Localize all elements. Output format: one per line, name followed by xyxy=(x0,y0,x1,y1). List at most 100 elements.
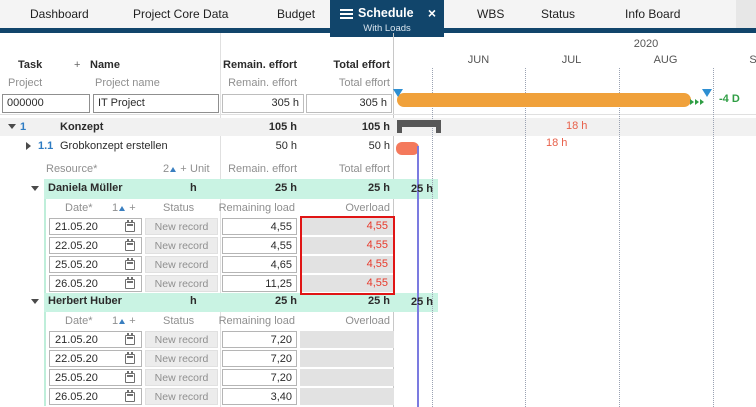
task-name[interactable]: Konzept xyxy=(60,121,103,133)
project-name-field[interactable]: IT Project xyxy=(93,94,219,113)
col-header-remain[interactable]: Remain. effort xyxy=(223,59,297,71)
add-column-icon[interactable]: + xyxy=(74,59,80,71)
calendar-icon[interactable] xyxy=(125,354,135,364)
project-start-marker-icon[interactable] xyxy=(393,89,403,97)
sort-order: 1 xyxy=(112,202,118,214)
timeline-month-jul: JUL xyxy=(525,54,618,66)
status-cell[interactable]: New record xyxy=(145,237,218,254)
subheader-remain: Remain. effort xyxy=(228,77,297,89)
overload-cell xyxy=(300,369,394,386)
calendar-icon[interactable] xyxy=(125,335,135,345)
collapse-icon-resource1[interactable] xyxy=(31,186,39,191)
resource-unit[interactable]: h xyxy=(190,182,197,194)
resource-col-header[interactable]: Resource* xyxy=(46,163,97,175)
date-value: 22.05.20 xyxy=(55,240,98,252)
date-value: 25.05.20 xyxy=(55,372,98,384)
date-cell[interactable]: 21.05.20 xyxy=(49,331,142,348)
remaining-load-cell[interactable]: 4,55 xyxy=(222,237,297,254)
task-gantt-bar[interactable] xyxy=(396,142,419,155)
col-header-name[interactable]: Name xyxy=(90,59,120,71)
column-divider xyxy=(220,33,221,407)
col-header-task[interactable]: Task xyxy=(18,59,42,71)
tab-schedule-active[interactable]: Schedule × With Loads xyxy=(330,0,444,37)
collapse-icon-task1[interactable] xyxy=(8,124,16,129)
status-col-header[interactable]: Status xyxy=(163,202,194,214)
remaining-load-cell[interactable]: 7,20 xyxy=(222,350,297,367)
timeline-month-aug: AUG xyxy=(619,54,712,66)
timeline-month-jun: JUN xyxy=(432,54,525,66)
tabbar-corner-box xyxy=(736,0,756,28)
remaining-load-cell[interactable]: 7,20 xyxy=(222,369,297,386)
unit-col-header[interactable]: Unit xyxy=(190,163,210,175)
tab-dashboard[interactable]: Dashboard xyxy=(30,7,89,21)
task-total: 50 h xyxy=(369,140,390,152)
status-col-header[interactable]: Status xyxy=(163,315,194,327)
status-cell[interactable]: New record xyxy=(145,388,218,405)
status-cell[interactable]: New record xyxy=(145,331,218,348)
resource-name[interactable]: Herbert Huber xyxy=(48,295,122,307)
date-cell[interactable]: 26.05.20 xyxy=(49,275,142,292)
month-gridline xyxy=(432,68,433,407)
hamburger-icon[interactable] xyxy=(340,9,353,11)
resource-sort-indicator[interactable]: 2 + xyxy=(163,163,187,175)
calendar-icon[interactable] xyxy=(125,222,135,232)
resource-name[interactable]: Daniela Müller xyxy=(48,182,123,194)
project-total-field[interactable]: 305 h xyxy=(306,94,392,113)
task-number: 1 xyxy=(20,121,26,133)
summary-task-gantt-bar[interactable] xyxy=(397,120,441,127)
resource-remain-header: Remain. effort xyxy=(228,163,297,175)
date-sort-indicator[interactable]: 1 + xyxy=(112,315,136,327)
date-value: 21.05.20 xyxy=(55,334,98,346)
resource-total: 25 h xyxy=(368,182,390,194)
overload-cell xyxy=(300,331,394,348)
date-col-header[interactable]: Date* xyxy=(65,202,93,214)
project-gantt-bar[interactable] xyxy=(397,93,691,107)
tab-info-board[interactable]: Info Board xyxy=(625,7,680,21)
remaining-load-cell[interactable]: 3,40 xyxy=(222,388,297,405)
status-cell[interactable]: New record xyxy=(145,256,218,273)
date-cell[interactable]: 22.05.20 xyxy=(49,350,142,367)
status-cell[interactable]: New record xyxy=(145,350,218,367)
remaining-load-cell[interactable]: 4,65 xyxy=(222,256,297,273)
date-cell[interactable]: 21.05.20 xyxy=(49,218,142,235)
col-header-total[interactable]: Total effort xyxy=(333,59,390,71)
remaining-load-cell[interactable]: 4,55 xyxy=(222,218,297,235)
date-col-header[interactable]: Date* xyxy=(65,315,93,327)
remaining-load-cell[interactable]: 7,20 xyxy=(222,331,297,348)
overload-hours-label: 18 h xyxy=(546,137,567,149)
add-resource-icon[interactable]: + xyxy=(180,163,186,175)
task-name[interactable]: Grobkonzept erstellen xyxy=(60,140,168,152)
resource-unit[interactable]: h xyxy=(190,295,197,307)
date-cell[interactable]: 25.05.20 xyxy=(49,369,142,386)
slack-arrows-icon xyxy=(690,96,705,108)
project-remain-field[interactable]: 305 h xyxy=(222,94,304,113)
status-cell[interactable]: New record xyxy=(145,369,218,386)
collapse-icon-resource2[interactable] xyxy=(31,299,39,304)
calendar-icon[interactable] xyxy=(125,241,135,251)
calendar-icon[interactable] xyxy=(125,392,135,402)
tab-budget[interactable]: Budget xyxy=(277,7,315,21)
date-cell[interactable]: 26.05.20 xyxy=(49,388,142,405)
date-cell[interactable]: 25.05.20 xyxy=(49,256,142,273)
expand-icon-task1-1[interactable] xyxy=(26,142,31,150)
add-date-icon[interactable]: + xyxy=(129,202,135,214)
tab-status[interactable]: Status xyxy=(541,7,575,21)
tab-wbs[interactable]: WBS xyxy=(477,7,504,21)
project-id-field[interactable]: 000000 xyxy=(2,94,90,113)
calendar-icon[interactable] xyxy=(125,260,135,270)
status-cell[interactable]: New record xyxy=(145,218,218,235)
resource-total-header: Total effort xyxy=(339,163,390,175)
task-total: 105 h xyxy=(362,121,390,133)
schedule-with-loads-view: Dashboard Project Core Data Budget WBS S… xyxy=(0,0,756,407)
tab-project-core-data[interactable]: Project Core Data xyxy=(133,7,228,21)
close-icon[interactable]: × xyxy=(428,5,436,21)
remaining-load-header: Remaining load xyxy=(219,315,295,327)
add-date-icon[interactable]: + xyxy=(129,315,135,327)
date-cell[interactable]: 22.05.20 xyxy=(49,237,142,254)
status-cell[interactable]: New record xyxy=(145,275,218,292)
calendar-icon[interactable] xyxy=(125,279,135,289)
date-sort-indicator[interactable]: 1 + xyxy=(112,202,136,214)
calendar-icon[interactable] xyxy=(125,373,135,383)
resource-gantt-load-chip: 25 h xyxy=(393,293,438,312)
remaining-load-cell[interactable]: 11,25 xyxy=(222,275,297,292)
